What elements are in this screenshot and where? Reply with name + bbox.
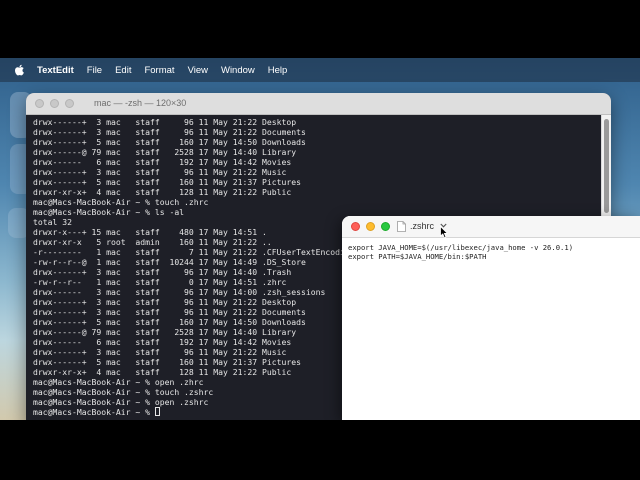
- menu-format[interactable]: Format: [144, 65, 174, 76]
- terminal-line: drwx------+ 3 mac staff 96 11 May 21:22 …: [33, 167, 287, 177]
- terminal-line: mac@Macs-MacBook-Air ~ % touch .zhrc: [33, 197, 209, 207]
- terminal-prompt: mac@Macs-MacBook-Air ~ %: [33, 407, 155, 417]
- terminal-cursor: [154, 407, 160, 416]
- menu-edit[interactable]: Edit: [115, 65, 131, 76]
- close-button[interactable]: [35, 99, 44, 108]
- terminal-line: drwx------+ 3 mac staff 96 11 May 21:22 …: [33, 127, 306, 137]
- terminal-line: drwx------ 6 mac staff 192 17 May 14:42 …: [33, 157, 292, 167]
- minimize-button[interactable]: [366, 222, 375, 231]
- document-title[interactable]: .zshrc: [410, 221, 434, 231]
- terminal-line: drwx------+ 3 mac staff 96 11 May 21:22 …: [33, 117, 297, 127]
- menu-view[interactable]: View: [188, 65, 208, 76]
- menu-file[interactable]: File: [87, 65, 102, 76]
- document-content[interactable]: export JAVA_HOME=$(/usr/libexec/java_hom…: [342, 238, 640, 261]
- document-icon[interactable]: [397, 221, 406, 232]
- scrollbar-thumb[interactable]: [604, 119, 609, 213]
- desktop: TextEdit File Edit Format View Window He…: [0, 58, 640, 420]
- terminal-line: drwx------@ 79 mac staff 2528 17 May 14:…: [33, 147, 297, 157]
- zoom-button[interactable]: [65, 99, 74, 108]
- terminal-line: drwxr-xr-x+ 4 mac staff 128 11 May 21:22…: [33, 187, 292, 197]
- close-button[interactable]: [351, 222, 360, 231]
- mouse-pointer-icon: [440, 226, 448, 239]
- menu-app-textedit[interactable]: TextEdit: [37, 65, 74, 76]
- terminal-titlebar[interactable]: mac — -zsh — 120×30: [26, 93, 611, 115]
- document-line: export PATH=$JAVA_HOME/bin:$PATH: [348, 252, 487, 261]
- menu-bar: TextEdit File Edit Format View Window He…: [0, 58, 640, 82]
- window-controls: [351, 222, 396, 231]
- terminal-line: drwx------+ 5 mac staff 160 17 May 14:50…: [33, 137, 306, 147]
- window-controls: [35, 99, 80, 108]
- zoom-button[interactable]: [381, 222, 390, 231]
- apple-logo-icon[interactable]: [13, 64, 25, 76]
- textedit-titlebar[interactable]: .zshrc: [342, 216, 640, 239]
- document-line: export JAVA_HOME=$(/usr/libexec/java_hom…: [348, 243, 574, 252]
- menu-window[interactable]: Window: [221, 65, 255, 76]
- textedit-window[interactable]: .zshrc export JAVA_HOME=$(/usr/libexec/j…: [342, 216, 640, 420]
- menu-help[interactable]: Help: [268, 65, 288, 76]
- terminal-title: mac — -zsh — 120×30: [94, 98, 187, 108]
- terminal-line: drwx------+ 5 mac staff 160 11 May 21:37…: [33, 177, 302, 187]
- minimize-button[interactable]: [50, 99, 59, 108]
